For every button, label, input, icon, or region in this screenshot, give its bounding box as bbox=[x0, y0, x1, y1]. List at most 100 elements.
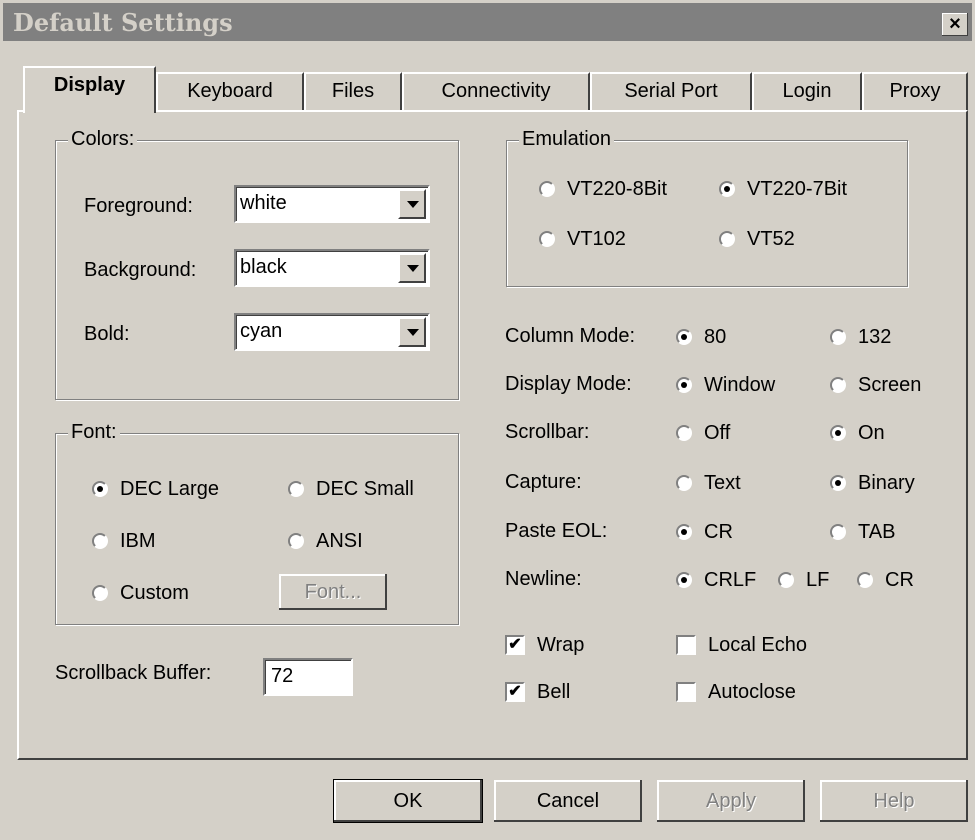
help-button[interactable]: Help bbox=[820, 780, 968, 822]
tab-keyboard[interactable]: Keyboard bbox=[156, 72, 304, 110]
radio-indicator bbox=[719, 181, 735, 197]
radio-label: IBM bbox=[120, 529, 156, 552]
checkbox-bell[interactable]: ✔ Bell bbox=[505, 680, 570, 704]
radio-indicator bbox=[676, 329, 692, 345]
scrollback-input[interactable]: 72 bbox=[263, 658, 353, 696]
radio-label: On bbox=[858, 421, 885, 444]
tab-proxy[interactable]: Proxy bbox=[862, 72, 968, 110]
radio-paste-cr[interactable]: CR bbox=[676, 520, 733, 544]
default-settings-dialog: Default Settings × Display Keyboard File… bbox=[0, 0, 975, 840]
tab-display[interactable]: Display bbox=[23, 66, 156, 113]
checkbox-wrap[interactable]: ✔ Wrap bbox=[505, 633, 584, 657]
radio-newline-crlf[interactable]: CRLF bbox=[676, 568, 756, 592]
radio-vt220-7bit[interactable]: VT220-7Bit bbox=[719, 177, 847, 201]
radio-dec-large[interactable]: DEC Large bbox=[92, 477, 219, 501]
paste-eol-label: Paste EOL: bbox=[505, 520, 608, 542]
background-select[interactable]: black bbox=[234, 249, 430, 287]
radio-scrollbar-off[interactable]: Off bbox=[676, 421, 730, 445]
radio-vt220-8bit[interactable]: VT220-8Bit bbox=[539, 177, 667, 201]
radio-indicator bbox=[719, 231, 735, 247]
title-bar[interactable]: Default Settings × bbox=[3, 3, 972, 41]
radio-newline-lf[interactable]: LF bbox=[778, 568, 829, 592]
radio-dec-small[interactable]: DEC Small bbox=[288, 477, 414, 501]
radio-indicator bbox=[92, 481, 108, 497]
radio-indicator bbox=[288, 481, 304, 497]
checkbox-autoclose[interactable]: Autoclose bbox=[676, 680, 796, 704]
font-button[interactable]: Font... bbox=[279, 574, 387, 610]
background-label: Background: bbox=[84, 259, 197, 281]
radio-column-132[interactable]: 132 bbox=[830, 325, 891, 349]
radio-display-screen[interactable]: Screen bbox=[830, 373, 921, 397]
radio-indicator bbox=[92, 585, 108, 601]
foreground-select[interactable]: white bbox=[234, 185, 430, 223]
colors-group: Colors: Foreground: white Background: bl… bbox=[55, 128, 459, 400]
dialog-title: Default Settings bbox=[13, 8, 233, 37]
chevron-down-icon[interactable] bbox=[398, 317, 426, 347]
radio-column-80[interactable]: 80 bbox=[676, 325, 726, 349]
radio-paste-tab[interactable]: TAB bbox=[830, 520, 895, 544]
radio-label: Off bbox=[704, 421, 731, 444]
radio-indicator bbox=[830, 475, 846, 491]
emulation-legend: Emulation bbox=[519, 128, 614, 151]
radio-indicator bbox=[676, 475, 692, 491]
checkbox-local-echo[interactable]: Local Echo bbox=[676, 633, 807, 657]
radio-capture-text[interactable]: Text bbox=[676, 471, 741, 495]
chevron-down-icon[interactable] bbox=[398, 253, 426, 283]
bold-select[interactable]: cyan bbox=[234, 313, 430, 351]
radio-label: Screen bbox=[858, 373, 922, 396]
checkbox-label: Bell bbox=[537, 680, 571, 703]
foreground-label: Foreground: bbox=[84, 195, 193, 217]
radio-indicator bbox=[830, 329, 846, 345]
cancel-button[interactable]: Cancel bbox=[494, 780, 642, 822]
close-button[interactable]: × bbox=[942, 13, 968, 36]
radio-vt102[interactable]: VT102 bbox=[539, 227, 626, 251]
chevron-down-icon[interactable] bbox=[398, 189, 426, 219]
tab-connectivity[interactable]: Connectivity bbox=[402, 72, 590, 110]
radio-indicator bbox=[676, 572, 692, 588]
radio-indicator bbox=[288, 533, 304, 549]
font-legend: Font: bbox=[68, 421, 120, 444]
checkbox-box bbox=[676, 682, 696, 702]
check-icon: ✔ bbox=[505, 635, 525, 655]
radio-capture-binary[interactable]: Binary bbox=[830, 471, 915, 495]
font-group: Font: DEC Large DEC Small IBM ANSI Custo… bbox=[55, 421, 459, 625]
radio-label: Binary bbox=[858, 471, 915, 494]
tab-login[interactable]: Login bbox=[752, 72, 862, 110]
capture-label: Capture: bbox=[505, 471, 582, 493]
radio-label: Custom bbox=[120, 581, 189, 604]
radio-indicator bbox=[830, 524, 846, 540]
radio-indicator bbox=[676, 524, 692, 540]
radio-display-window[interactable]: Window bbox=[676, 373, 775, 397]
ok-button[interactable]: OK bbox=[333, 779, 483, 823]
radio-indicator bbox=[857, 572, 873, 588]
radio-scrollbar-on[interactable]: On bbox=[830, 421, 885, 445]
radio-ibm[interactable]: IBM bbox=[92, 529, 156, 553]
checkbox-label: Autoclose bbox=[708, 680, 796, 703]
radio-label: Window bbox=[704, 373, 776, 396]
check-icon: ✔ bbox=[505, 682, 525, 702]
radio-label: VT102 bbox=[567, 227, 626, 250]
colors-legend: Colors: bbox=[68, 128, 138, 151]
radio-label: CRLF bbox=[704, 568, 757, 591]
apply-button[interactable]: Apply bbox=[657, 780, 805, 822]
radio-label: VT52 bbox=[747, 227, 795, 250]
radio-indicator bbox=[676, 425, 692, 441]
radio-indicator bbox=[830, 377, 846, 393]
scrollback-value: 72 bbox=[271, 665, 294, 687]
radio-label: LF bbox=[806, 568, 830, 591]
radio-label: 132 bbox=[858, 325, 892, 348]
radio-indicator bbox=[778, 572, 794, 588]
radio-vt52[interactable]: VT52 bbox=[719, 227, 795, 251]
radio-indicator bbox=[92, 533, 108, 549]
background-value: black bbox=[240, 256, 287, 278]
tab-files[interactable]: Files bbox=[304, 72, 402, 110]
radio-custom[interactable]: Custom bbox=[92, 581, 189, 605]
radio-label: VT220-8Bit bbox=[567, 177, 668, 200]
column-mode-label: Column Mode: bbox=[505, 325, 636, 347]
checkbox-label: Local Echo bbox=[708, 633, 807, 656]
tab-serial-port[interactable]: Serial Port bbox=[590, 72, 752, 110]
radio-newline-cr[interactable]: CR bbox=[857, 568, 914, 592]
checkbox-box bbox=[676, 635, 696, 655]
radio-label: DEC Small bbox=[316, 477, 414, 500]
radio-ansi[interactable]: ANSI bbox=[288, 529, 363, 553]
